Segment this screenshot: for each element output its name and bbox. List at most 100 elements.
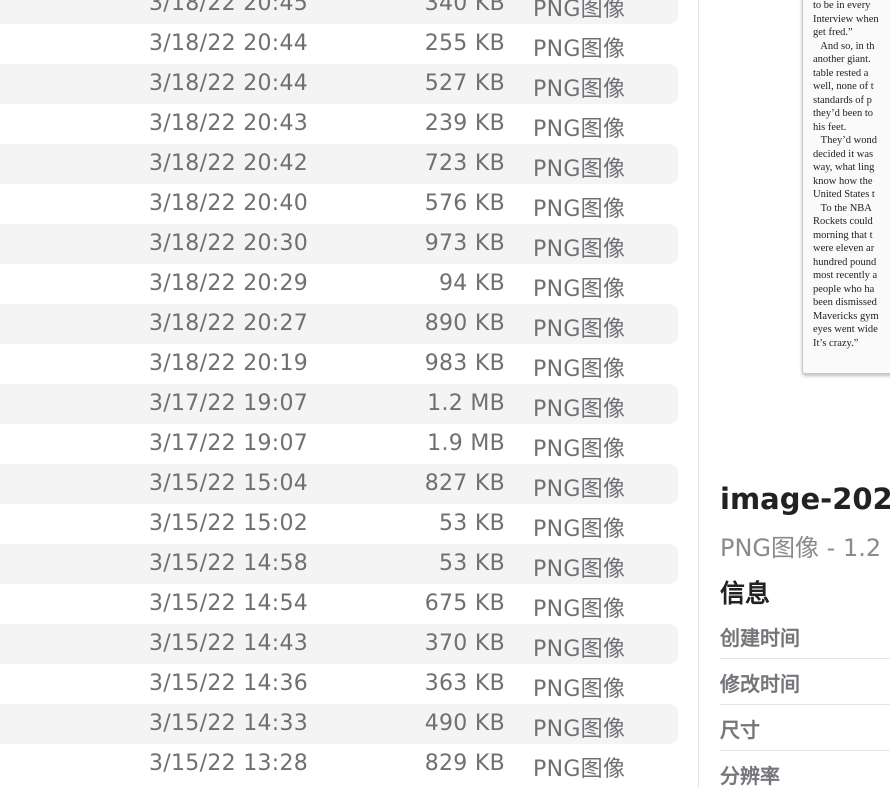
file-date: 3/18/22 20:19	[149, 351, 309, 376]
thumbnail-text-line: they’d been to	[813, 108, 874, 119]
file-size: 890 KB	[424, 311, 505, 336]
info-row: 创建时间	[720, 614, 890, 659]
file-size: 340 KB	[424, 0, 505, 16]
thumbnail-text-line: morning that t	[813, 229, 873, 241]
file-size: 1.2 MB	[427, 391, 505, 416]
file-size: 370 KB	[424, 631, 505, 656]
thumbnail-text-line: most recently a	[813, 270, 878, 281]
thumbnail-text-line: United States t	[813, 189, 875, 200]
file-size: 1.9 MB	[427, 431, 505, 456]
file-kind: PNG图像	[533, 597, 626, 622]
file-size: 983 KB	[424, 351, 505, 376]
file-date: 3/15/22 13:28	[149, 751, 309, 776]
file-row[interactable]: 3/15/22 14:36 363 KB PNG图像	[0, 664, 678, 704]
file-kind: PNG图像	[533, 637, 626, 662]
file-size: 527 KB	[424, 71, 505, 96]
file-list: 3/18/22 20:45 340 KB PNG图像 3/18/22 20:44 255…	[0, 0, 678, 788]
file-row[interactable]: 3/17/22 19:07 1.9 MB PNG图像	[0, 424, 678, 464]
thumbnail-text-line: It’s crazy.”	[813, 337, 859, 349]
thumbnail-text-line: Mavericks gym	[813, 310, 879, 322]
file-row[interactable]: 3/18/22 20:42 723 KB PNG图像	[0, 144, 678, 184]
info-row-label: 修改时间	[720, 672, 800, 696]
file-size: 827 KB	[424, 471, 505, 496]
info-section-title: 信息	[720, 579, 771, 608]
file-size: 94 KB	[438, 271, 505, 296]
file-size: 53 KB	[438, 551, 505, 576]
file-date: 3/18/22 20:42	[149, 151, 309, 176]
file-row[interactable]: 3/18/22 20:29 94 KB PNG图像	[0, 264, 678, 304]
file-date: 3/15/22 14:58	[149, 551, 309, 576]
thumbnail-text-line: eyes went wide	[813, 324, 878, 335]
file-row[interactable]: 3/15/22 15:04 827 KB PNG图像	[0, 464, 678, 504]
file-row[interactable]: 3/18/22 20:43 239 KB PNG图像	[0, 104, 678, 144]
file-size: 829 KB	[424, 751, 505, 776]
file-row[interactable]: 3/15/22 14:58 53 KB PNG图像	[0, 544, 678, 584]
thumbnail-text: to be in every Interview when get fred.” A…	[813, 0, 890, 350]
thumbnail-text-line: decided it was	[813, 148, 874, 160]
thumbnail-text-line: another giant.	[813, 54, 871, 65]
thumbnail-text-line: well, none of t	[813, 81, 874, 92]
file-row[interactable]: 3/15/22 14:54 675 KB PNG图像	[0, 584, 678, 624]
info-row-label: 尺寸	[720, 718, 760, 742]
file-date: 3/18/22 20:27	[149, 311, 309, 336]
thumbnail-text-line: hundred pound	[813, 256, 877, 268]
file-row[interactable]: 3/18/22 20:30 973 KB PNG图像	[0, 224, 678, 264]
file-date: 3/18/22 20:29	[149, 271, 309, 296]
file-size: 723 KB	[424, 151, 505, 176]
file-kind: PNG图像	[533, 717, 626, 742]
file-row[interactable]: 3/15/22 14:33 490 KB PNG图像	[0, 704, 678, 744]
thumbnail-text-line: Interview when	[813, 13, 879, 25]
file-size: 53 KB	[438, 511, 505, 536]
thumbnail-text-line: were eleven ar	[813, 243, 875, 254]
thumbnail-text-line: get fred.”	[813, 27, 853, 38]
file-row[interactable]: 3/18/22 20:27 890 KB PNG图像	[0, 304, 678, 344]
file-row[interactable]: 3/18/22 20:45 340 KB PNG图像	[0, 0, 678, 24]
file-name-title: image-2022	[720, 482, 890, 516]
file-row[interactable]: 3/15/22 15:02 53 KB PNG图像	[0, 504, 678, 544]
file-kind: PNG图像	[533, 477, 626, 502]
file-date: 3/15/22 15:04	[149, 471, 309, 496]
preview-thumbnail[interactable]: to be in every Interview when get fred.” A…	[802, 0, 890, 374]
file-row[interactable]: 3/18/22 20:19 983 KB PNG图像	[0, 344, 678, 384]
file-size: 675 KB	[424, 591, 505, 616]
file-size: 973 KB	[424, 231, 505, 256]
file-kind: PNG图像	[533, 517, 626, 542]
file-kind: PNG图像	[533, 437, 626, 462]
thumbnail-text-line: Rockets could	[813, 216, 873, 227]
file-kind: PNG图像	[533, 677, 626, 702]
file-row[interactable]: 3/15/22 13:28 829 KB PNG图像	[0, 744, 678, 784]
file-kind-subtitle: PNG图像 - 1.2	[720, 534, 882, 562]
file-size: 255 KB	[424, 31, 505, 56]
info-row: 尺寸	[720, 706, 890, 751]
file-date: 3/17/22 19:07	[149, 431, 309, 456]
file-row[interactable]: 3/18/22 20:44 527 KB PNG图像	[0, 64, 678, 104]
thumbnail-text-line: know how the	[813, 175, 873, 187]
file-row[interactable]: 3/15/22 14:43 370 KB PNG图像	[0, 624, 678, 664]
thumbnail-text-line: his feet.	[813, 121, 847, 133]
file-row[interactable]: 3/18/22 20:44 255 KB PNG图像	[0, 24, 678, 64]
file-date: 3/15/22 15:02	[149, 511, 309, 536]
file-size: 576 KB	[424, 191, 505, 216]
file-size: 239 KB	[424, 111, 505, 136]
file-date: 3/15/22 14:54	[149, 591, 309, 616]
file-kind: PNG图像	[533, 37, 626, 62]
thumbnail-text-line: To the NBA	[813, 202, 872, 214]
thumbnail-text-line: way, what ling	[813, 162, 875, 173]
file-date: 3/18/22 20:44	[149, 71, 309, 96]
file-row[interactable]: 3/18/22 20:40 576 KB PNG图像	[0, 184, 678, 224]
info-row: 修改时间	[720, 660, 890, 705]
file-date: 3/18/22 20:43	[149, 111, 309, 136]
thumbnail-text-line: been dismissed	[813, 297, 877, 308]
file-size: 490 KB	[424, 711, 505, 736]
file-date: 3/18/22 20:44	[149, 31, 309, 56]
file-date: 3/15/22 14:33	[149, 711, 309, 736]
preview-pane: to be in every Interview when get fred.” A…	[699, 0, 890, 788]
file-date: 3/18/22 20:40	[149, 191, 309, 216]
thumbnail-text-line: standards of p	[813, 94, 872, 106]
file-kind: PNG图像	[533, 277, 626, 302]
thumbnail-text-line: to be in every	[813, 0, 871, 11]
file-row[interactable]: 3/17/22 19:07 1.2 MB PNG图像	[0, 384, 678, 424]
file-kind: PNG图像	[533, 557, 626, 582]
file-date: 3/18/22 20:45	[149, 0, 309, 16]
info-row: 分辨率	[720, 752, 890, 788]
